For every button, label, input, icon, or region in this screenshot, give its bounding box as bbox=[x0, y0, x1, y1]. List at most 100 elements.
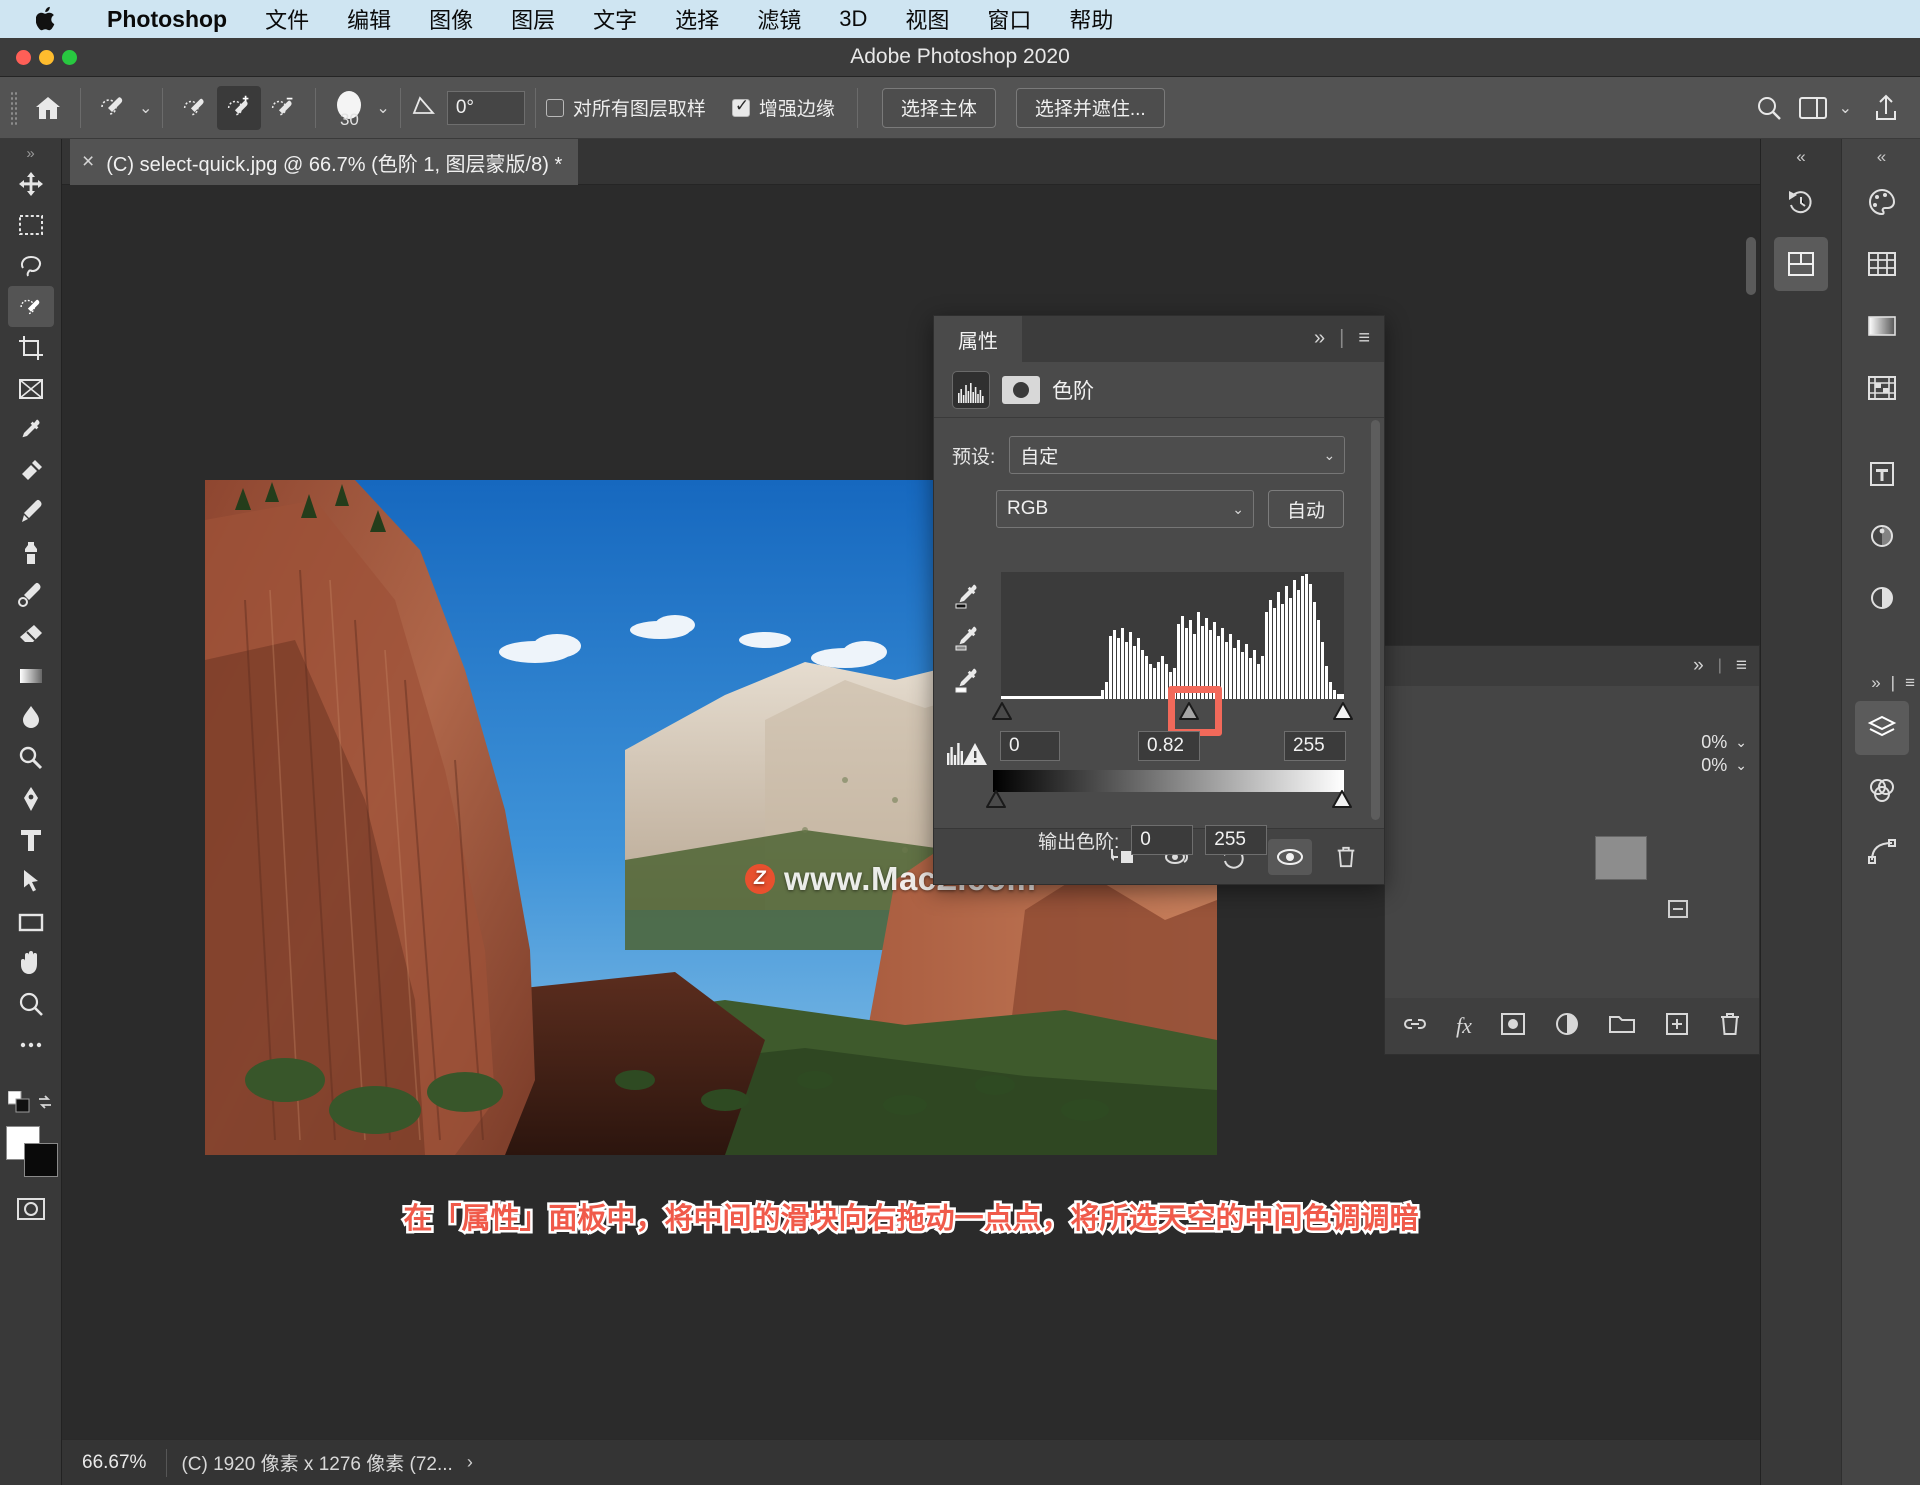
document-tab[interactable]: × (C) select-quick.jpg @ 66.7% (色阶 1, 图层… bbox=[70, 139, 579, 185]
type-tool[interactable] bbox=[8, 819, 54, 860]
panel-menu-icon[interactable]: ≡ bbox=[1736, 655, 1747, 677]
panel-menu-icon[interactable]: ≡ bbox=[1905, 673, 1915, 693]
rectangle-tool[interactable] bbox=[8, 901, 54, 942]
close-window-button[interactable] bbox=[16, 50, 31, 65]
default-colors-icon[interactable] bbox=[7, 1090, 30, 1118]
layer-fill-value[interactable]: 0% bbox=[1701, 755, 1727, 776]
canvas-vertical-scrollbar[interactable] bbox=[1746, 237, 1756, 295]
channel-select[interactable]: RGB ⌄ bbox=[996, 490, 1254, 528]
channels-panel-icon[interactable] bbox=[1855, 763, 1909, 817]
swap-colors-icon[interactable] bbox=[36, 1093, 54, 1116]
output-levels-slider[interactable] bbox=[985, 789, 1353, 813]
output-white-field[interactable]: 255 bbox=[1205, 825, 1268, 855]
spot-healing-brush-tool[interactable] bbox=[8, 450, 54, 491]
more-tools-ellipsis-icon[interactable] bbox=[8, 1024, 54, 1065]
adjustments-panel-icon[interactable] bbox=[1855, 509, 1909, 563]
chevron-double-right-icon[interactable]: » bbox=[1693, 655, 1704, 677]
layers-panel-icon[interactable] bbox=[1854, 701, 1909, 755]
auto-button[interactable]: 自动 bbox=[1268, 490, 1345, 528]
set-black-point-eyedropper[interactable] bbox=[948, 574, 986, 616]
rectangular-marquee-tool[interactable] bbox=[8, 204, 54, 245]
share-icon[interactable] bbox=[1864, 86, 1908, 130]
menu-edit[interactable]: 编辑 bbox=[328, 3, 410, 35]
delete-adjustment-layer-button[interactable] bbox=[1324, 839, 1368, 875]
home-icon[interactable] bbox=[26, 86, 70, 130]
selection-new-button[interactable] bbox=[173, 86, 217, 130]
history-panel-icon[interactable] bbox=[1774, 175, 1828, 229]
workspace-chevron-down-icon[interactable]: ⌄ bbox=[1839, 98, 1852, 118]
clone-stamp-tool[interactable] bbox=[8, 532, 54, 573]
output-black-field[interactable]: 0 bbox=[1131, 825, 1194, 855]
expand-dock-chevron-icon[interactable]: « bbox=[1761, 139, 1841, 167]
foreground-background-color[interactable] bbox=[4, 1126, 58, 1178]
tab-properties[interactable]: 属性 bbox=[934, 316, 1022, 362]
select-subject-button[interactable]: 选择主体 bbox=[881, 87, 996, 128]
levels-histogram[interactable] bbox=[1001, 572, 1344, 699]
quick-mask-icon[interactable] bbox=[16, 1196, 46, 1227]
chevron-down-icon[interactable]: ⌄ bbox=[1735, 734, 1747, 751]
new-group-button[interactable] bbox=[1608, 1012, 1636, 1041]
libraries-panel-icon[interactable] bbox=[1774, 237, 1828, 291]
gradient-tool[interactable] bbox=[8, 655, 54, 696]
selection-add-button[interactable] bbox=[217, 85, 262, 130]
input-gamma-field[interactable]: 0.82 bbox=[1138, 731, 1200, 761]
set-gray-point-eyedropper[interactable] bbox=[948, 616, 986, 658]
checkbox-box[interactable] bbox=[731, 96, 750, 117]
blur-tool[interactable] bbox=[8, 696, 54, 737]
histogram-refresh-warning-icon[interactable] bbox=[945, 737, 989, 769]
menu-window[interactable]: 窗口 bbox=[968, 3, 1050, 35]
menu-file[interactable]: 文件 bbox=[246, 3, 328, 35]
patterns-panel-icon[interactable] bbox=[1855, 361, 1909, 415]
history-brush-tool[interactable] bbox=[8, 573, 54, 614]
layer-thumbnail[interactable] bbox=[1595, 836, 1647, 880]
menu-select[interactable]: 选择 bbox=[656, 3, 738, 35]
pen-tool[interactable] bbox=[8, 778, 54, 819]
quick-selection-tool[interactable] bbox=[7, 286, 54, 327]
swatches-panel-icon[interactable] bbox=[1855, 237, 1909, 291]
crop-tool[interactable] bbox=[8, 327, 54, 368]
input-black-point-slider[interactable] bbox=[991, 701, 1013, 723]
menu-layer[interactable]: 图层 bbox=[492, 3, 574, 35]
background-color-swatch[interactable] bbox=[23, 1143, 58, 1177]
layer-opacity-row[interactable]: 0% ⌄ bbox=[1385, 686, 1759, 752]
dodge-tool[interactable] bbox=[8, 737, 54, 778]
layer-style-button[interactable]: fx bbox=[1456, 1013, 1472, 1039]
chevron-down-icon[interactable]: ⌄ bbox=[1735, 757, 1747, 774]
toolbox-grip[interactable]: » bbox=[18, 145, 44, 162]
panel-menu-icon[interactable]: ≡ bbox=[1358, 327, 1370, 350]
chevron-double-right-icon[interactable]: » bbox=[1314, 327, 1325, 350]
link-mask-icon[interactable] bbox=[1665, 896, 1691, 927]
delete-layer-button[interactable] bbox=[1718, 1011, 1742, 1042]
menu-type[interactable]: 文字 bbox=[574, 3, 656, 35]
link-layers-button[interactable] bbox=[1402, 1011, 1428, 1042]
paths-panel-icon[interactable] bbox=[1855, 825, 1909, 879]
move-tool[interactable] bbox=[8, 163, 54, 204]
minimize-window-button[interactable] bbox=[39, 50, 54, 65]
add-layer-mask-button[interactable] bbox=[1500, 1012, 1526, 1041]
options-bar-grip[interactable] bbox=[10, 90, 18, 125]
menu-view[interactable]: 视图 bbox=[886, 3, 968, 35]
brush-chevron-down-icon[interactable]: ⌄ bbox=[376, 98, 389, 118]
new-adjustment-layer-button[interactable] bbox=[1554, 1011, 1580, 1042]
hand-tool[interactable] bbox=[8, 942, 54, 983]
layer-opacity-value[interactable]: 0% bbox=[1701, 732, 1727, 753]
menu-filter[interactable]: 滤镜 bbox=[738, 3, 820, 35]
enhance-edge-checkbox[interactable]: 增强边缘 bbox=[731, 94, 835, 121]
color-panel-icon[interactable] bbox=[1855, 175, 1909, 229]
set-white-point-eyedropper[interactable] bbox=[948, 658, 986, 700]
chevron-double-right-icon[interactable]: » bbox=[1871, 673, 1880, 693]
selection-subtract-button[interactable] bbox=[261, 86, 305, 130]
input-white-point-slider[interactable] bbox=[1332, 701, 1354, 723]
menu-help[interactable]: 帮助 bbox=[1050, 3, 1132, 35]
frame-tool[interactable] bbox=[8, 368, 54, 409]
input-black-field[interactable]: 0 bbox=[1000, 731, 1060, 761]
maximize-window-button[interactable] bbox=[62, 50, 77, 65]
path-selection-tool[interactable] bbox=[8, 860, 54, 901]
search-icon[interactable] bbox=[1747, 86, 1791, 130]
character-panel-icon[interactable] bbox=[1855, 447, 1909, 501]
output-black-point-slider[interactable] bbox=[985, 789, 1007, 811]
toggle-layer-visibility-button[interactable] bbox=[1268, 838, 1312, 875]
tool-preset-picker[interactable] bbox=[91, 86, 135, 130]
workspace-icon[interactable] bbox=[1791, 86, 1835, 130]
input-white-field[interactable]: 255 bbox=[1284, 731, 1346, 761]
